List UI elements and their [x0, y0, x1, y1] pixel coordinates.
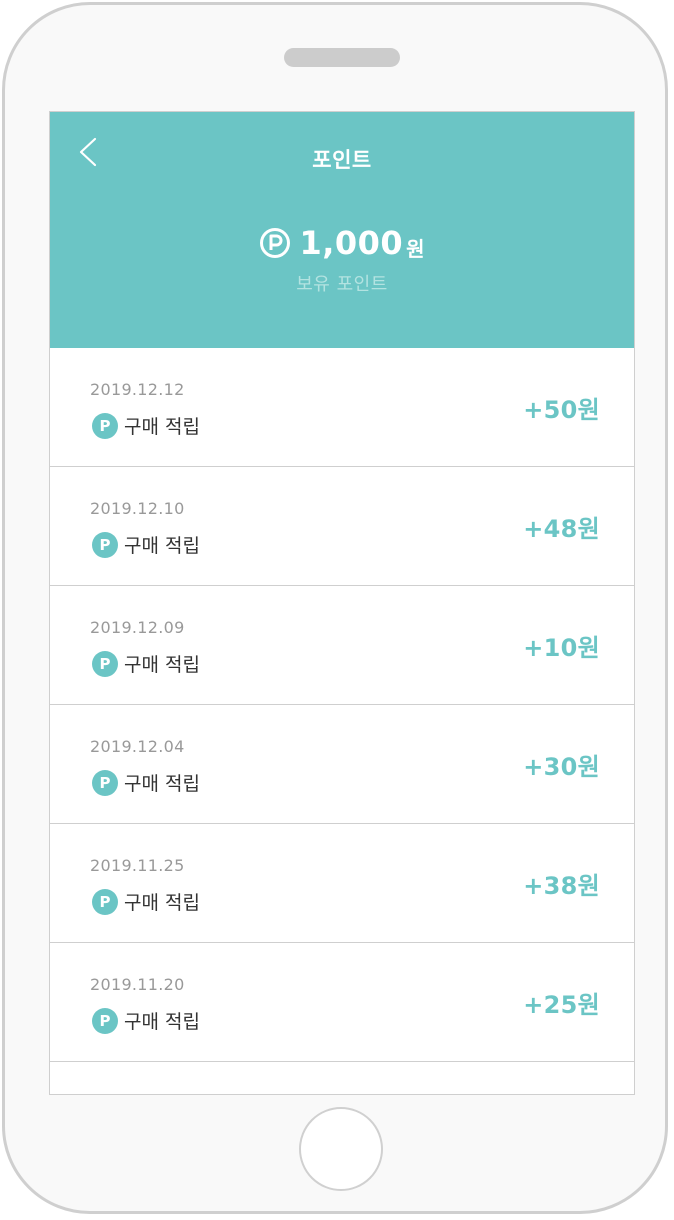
item-date: 2019.11.25	[90, 856, 185, 875]
list-item: 2019.11.20 P 구매 적립 +25원	[50, 943, 634, 1062]
list-item: 2019.12.04 P 구매 적립 +30원	[50, 705, 634, 824]
item-label-row: P 구매 적립	[92, 888, 200, 915]
item-amount: +10원	[523, 634, 600, 662]
balance-caption: 보유 포인트	[296, 274, 388, 295]
list-item: 2019.12.10 P 구매 적립 +48원	[50, 467, 634, 586]
page-title: 포인트	[312, 148, 372, 172]
balance-summary: 1,000 원	[50, 224, 634, 262]
list-item: 2019.11.25 P 구매 적립 +38원	[50, 824, 634, 943]
home-button[interactable]	[299, 1107, 383, 1191]
item-label-row: P 구매 적립	[92, 412, 200, 439]
point-badge-icon: P	[92, 888, 118, 915]
item-amount: +25원	[523, 991, 600, 1019]
point-badge-icon: P	[92, 769, 118, 796]
item-label-row: P 구매 적립	[92, 769, 200, 796]
phone-speaker	[284, 48, 400, 67]
app-screen: 포인트 1,000 원 보유 포인트 2019.12.12 P 구매 적립 +5…	[49, 111, 635, 1095]
item-date: 2019.12.04	[90, 737, 185, 756]
item-date: 2019.11.20	[90, 975, 185, 994]
points-header: 포인트 1,000 원 보유 포인트	[50, 112, 634, 348]
item-date: 2019.12.10	[90, 499, 185, 518]
item-label: 구매 적립	[124, 416, 200, 438]
item-label: 구매 적립	[124, 1011, 200, 1033]
item-label-row: P 구매 적립	[92, 531, 200, 558]
item-label: 구매 적립	[124, 535, 200, 557]
point-badge-icon: P	[92, 650, 118, 677]
list-item: 2019.12.12 P 구매 적립 +50원	[50, 348, 634, 467]
item-amount: +50원	[523, 396, 600, 424]
points-history-list: 2019.12.12 P 구매 적립 +50원 2019.12.10 P 구매 …	[50, 348, 634, 1062]
item-amount: +48원	[523, 515, 600, 543]
item-amount: +38원	[523, 872, 600, 900]
point-badge-icon: P	[92, 1007, 118, 1034]
item-label: 구매 적립	[124, 654, 200, 676]
item-label-row: P 구매 적립	[92, 1007, 200, 1034]
item-date: 2019.12.12	[90, 380, 185, 399]
phone-frame: 포인트 1,000 원 보유 포인트 2019.12.12 P 구매 적립 +5…	[2, 2, 668, 1214]
item-date: 2019.12.09	[90, 618, 185, 637]
item-label: 구매 적립	[124, 892, 200, 914]
point-circle-icon	[260, 228, 291, 258]
item-amount: +30원	[523, 753, 600, 781]
item-label-row: P 구매 적립	[92, 650, 200, 677]
balance-amount: 1,000	[299, 224, 404, 262]
point-badge-icon: P	[92, 412, 118, 439]
item-label: 구매 적립	[124, 773, 200, 795]
balance-unit: 원	[406, 236, 425, 261]
list-item: 2019.12.09 P 구매 적립 +10원	[50, 586, 634, 705]
point-badge-icon: P	[92, 531, 118, 558]
